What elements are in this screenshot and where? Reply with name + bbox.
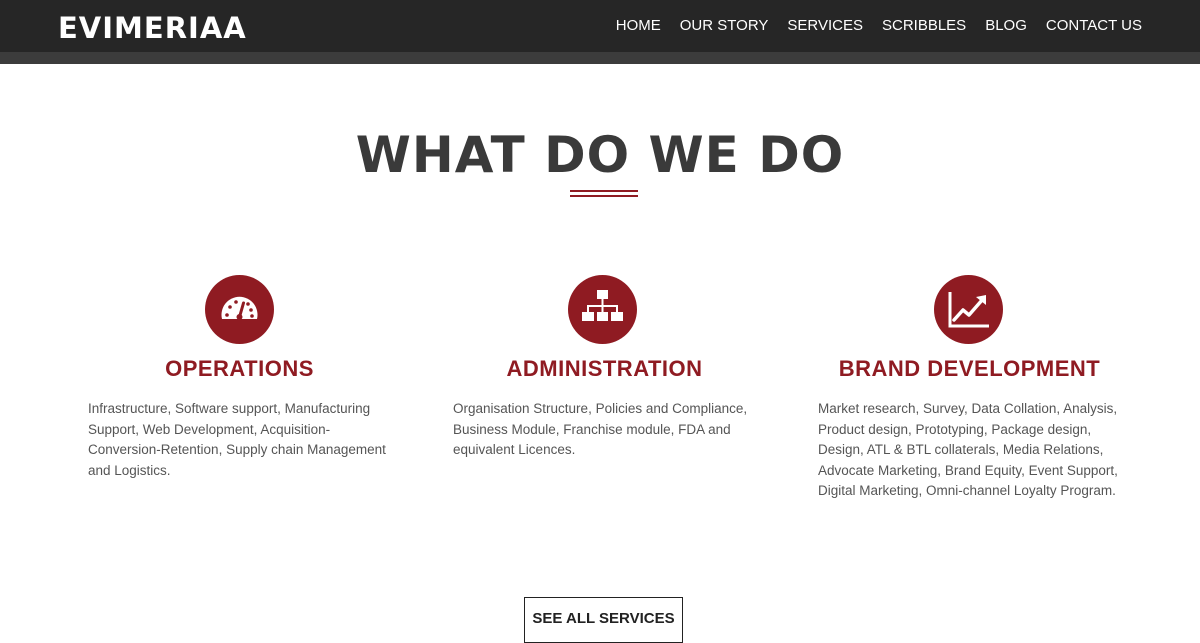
growth-chart-icon [934,275,1003,344]
service-title: OPERATIONS [165,356,314,381]
section-title: WHAT DO WE DO [355,126,845,184]
nav-home[interactable]: HOME [616,17,661,34]
title-underline [570,190,638,192]
service-description: Organisation Structure, Policies and Com… [453,401,748,457]
service-description: Market research, Survey, Data Collation,… [818,401,1118,498]
service-title: ADMINISTRATION [506,356,703,381]
org-chart-icon [568,275,637,344]
navbar: EVIMERIAA HOME OUR STORY SERVICES SCRIBB… [0,0,1200,64]
nav-scribbles[interactable]: SCRIBBLES [882,17,966,34]
nav-contact-us[interactable]: CONTACT US [1046,17,1142,34]
see-all-services-button[interactable]: SEE ALL SERVICES [524,597,683,643]
nav-our-story[interactable]: OUR STORY [680,17,769,34]
nav-services[interactable]: SERVICES [787,17,863,34]
nav-blog[interactable]: BLOG [985,17,1027,34]
service-description: Infrastructure, Software support, Manufa… [88,401,386,478]
brand-logo[interactable]: EVIMERIAA [58,11,247,45]
main-nav: HOME OUR STORY SERVICES SCRIBBLES BLOG C… [616,17,1142,34]
speedometer-icon [205,275,274,344]
title-underline-second [570,195,638,197]
service-title: BRAND DEVELOPMENT [838,356,1101,381]
